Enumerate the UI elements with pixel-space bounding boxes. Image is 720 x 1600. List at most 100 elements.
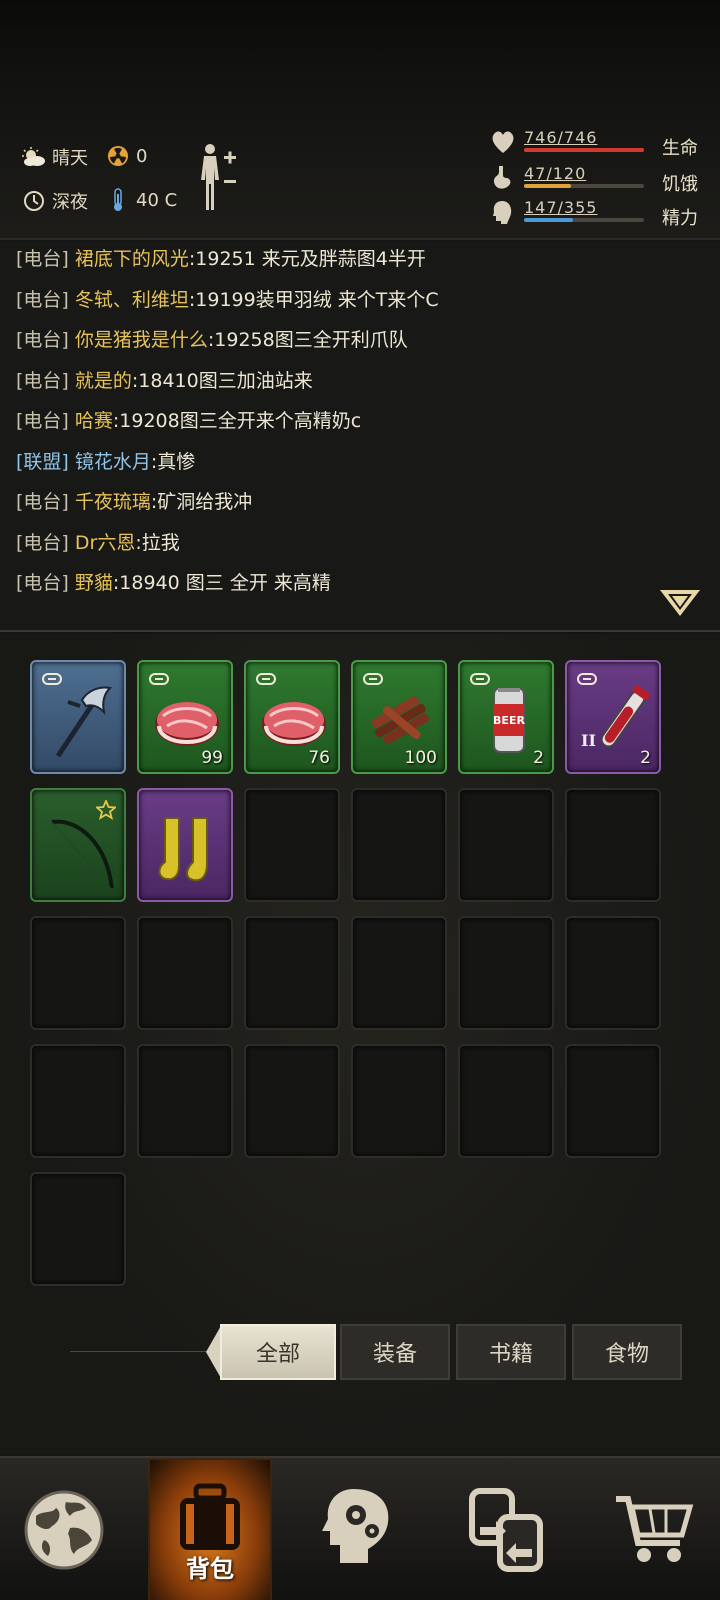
empty-slot[interactable] bbox=[565, 788, 661, 902]
cart-icon bbox=[616, 1496, 694, 1562]
chat-message[interactable]: [电台] 野貓:18940 图三 全开 来高精 bbox=[16, 568, 331, 595]
empty-slot[interactable] bbox=[30, 1044, 126, 1158]
chat-message[interactable]: [联盟] 镜花水月:真惨 bbox=[16, 447, 195, 474]
inventory-item[interactable]: BEER 2 bbox=[458, 660, 554, 774]
chat-message[interactable]: [电台] 就是的:18410图三加油站来 bbox=[16, 366, 313, 393]
item-tier: II bbox=[581, 731, 596, 750]
empty-slot[interactable] bbox=[458, 1044, 554, 1158]
chat-channel: [电台] bbox=[16, 288, 69, 311]
empty-slot[interactable] bbox=[565, 916, 661, 1030]
inventory-item[interactable] bbox=[30, 660, 126, 774]
chat-message[interactable]: [电台] 你是猪我是什么:19258图三全开利爪队 bbox=[16, 325, 408, 352]
chat-sender[interactable]: 裙底下的风光 bbox=[75, 248, 189, 270]
stomach-icon bbox=[494, 166, 511, 189]
inventory-item[interactable]: 99 bbox=[137, 660, 233, 774]
tab-books[interactable]: 书籍 bbox=[456, 1324, 566, 1380]
chat-message[interactable]: [电台] 哈赛:19208图三全开来个高精奶c bbox=[16, 406, 361, 433]
weather-text: 晴天 bbox=[52, 148, 88, 169]
empty-slot[interactable] bbox=[244, 1044, 340, 1158]
chat-message[interactable]: [电台] 千夜琉璃:矿洞给我冲 bbox=[16, 487, 252, 514]
link-icon bbox=[42, 673, 62, 685]
empty-slot[interactable] bbox=[244, 916, 340, 1030]
energy-stat: 147/355 精力 bbox=[490, 198, 700, 229]
item-quantity: 99 bbox=[201, 748, 223, 768]
inventory-item[interactable]: II 2 bbox=[565, 660, 661, 774]
link-icon bbox=[470, 673, 490, 685]
item-quantity: 2 bbox=[640, 748, 651, 768]
chat-channel: [联盟] bbox=[16, 450, 69, 473]
chat-text: :18410图三加油站来 bbox=[131, 369, 313, 392]
item-quantity: 76 bbox=[308, 748, 330, 768]
chat-text: :19258图三全开利爪队 bbox=[207, 329, 408, 351]
chat-sender[interactable]: 镜花水月 bbox=[75, 451, 151, 473]
time-of-day: 深夜 bbox=[22, 188, 88, 214]
weather: 晴天 bbox=[22, 144, 88, 170]
inventory-item[interactable]: 76 bbox=[244, 660, 340, 774]
empty-slot[interactable] bbox=[458, 916, 554, 1030]
empty-slot[interactable] bbox=[244, 788, 340, 902]
tab-food[interactable]: 食物 bbox=[572, 1324, 682, 1380]
chat-sender[interactable]: 野貓 bbox=[75, 572, 113, 594]
tab-equipment[interactable]: 装备 bbox=[340, 1324, 450, 1380]
inventory-item[interactable] bbox=[30, 788, 126, 902]
chat-panel[interactable]: [电台] 野貓:18940 图三 全开 来高精 [电台] Dr六恩:拉我 [电台] … bbox=[0, 242, 720, 632]
rubber-boots-icon bbox=[158, 817, 208, 882]
empty-slot[interactable] bbox=[30, 1172, 126, 1286]
link-icon bbox=[363, 673, 383, 685]
hunger-label: 饥饿 bbox=[662, 174, 698, 195]
chat-channel: [电台] bbox=[16, 369, 69, 392]
chat-sender[interactable]: 冬轼、利维坦 bbox=[75, 289, 189, 311]
body-figure-icon bbox=[201, 144, 236, 210]
nav-map[interactable] bbox=[2, 1458, 126, 1600]
thermometer-icon bbox=[106, 188, 130, 212]
nav-trade[interactable] bbox=[444, 1458, 568, 1600]
brain-head-icon bbox=[493, 201, 512, 224]
nav-backpack-label: 背包 bbox=[186, 1555, 234, 1583]
chat-channel: [电台] bbox=[16, 572, 69, 594]
nav-skills[interactable] bbox=[296, 1458, 420, 1600]
empty-slot[interactable] bbox=[351, 916, 447, 1030]
star-icon bbox=[96, 800, 116, 820]
empty-slot[interactable] bbox=[30, 916, 126, 1030]
chat-sender[interactable]: 就是的 bbox=[75, 370, 132, 392]
chat-sender[interactable]: 哈赛 bbox=[75, 410, 113, 432]
chat-message[interactable]: [电台] Dr六恩:拉我 bbox=[16, 528, 180, 555]
radiation-value: 0 bbox=[136, 145, 148, 167]
inventory-item[interactable]: 100 bbox=[351, 660, 447, 774]
empty-slot[interactable] bbox=[351, 788, 447, 902]
radiation-icon bbox=[106, 144, 130, 168]
status-bar: 晴天 0 深夜 40 C 746/746 生命 47/120 饥饿 147/35… bbox=[0, 0, 720, 240]
chat-channel: [电台] bbox=[16, 329, 69, 351]
filter-rail bbox=[70, 1351, 210, 1352]
chat-text: :19208图三全开来个高精奶c bbox=[112, 410, 362, 432]
clock-icon bbox=[22, 189, 46, 213]
chat-channel: [电台] bbox=[16, 410, 69, 432]
body-status-button[interactable] bbox=[196, 142, 244, 212]
tab-all[interactable]: 全部 bbox=[220, 1324, 336, 1380]
pickaxe-icon bbox=[55, 686, 113, 758]
chat-text: :19199装甲羽绒 来个T来个C bbox=[188, 288, 439, 311]
radiation: 0 bbox=[106, 144, 147, 168]
chat-text: :矿洞给我冲 bbox=[150, 491, 253, 513]
chat-sender[interactable]: Dr六恩 bbox=[75, 532, 135, 554]
inventory-item[interactable] bbox=[137, 788, 233, 902]
nav-shop[interactable] bbox=[592, 1458, 716, 1600]
chevron-down-icon[interactable] bbox=[658, 588, 702, 618]
empty-slot[interactable] bbox=[137, 1044, 233, 1158]
empty-slot[interactable] bbox=[351, 1044, 447, 1158]
chat-sender[interactable]: 你是猪我是什么 bbox=[75, 329, 208, 351]
health-bar bbox=[524, 148, 644, 152]
sun-cloud-icon bbox=[22, 145, 46, 169]
empty-slot[interactable] bbox=[137, 916, 233, 1030]
hunger-value: 47/120 bbox=[524, 164, 587, 183]
nav-backpack[interactable]: 背包 bbox=[148, 1458, 272, 1600]
energy-value: 147/355 bbox=[524, 198, 598, 217]
time-text: 深夜 bbox=[52, 192, 88, 213]
chat-message[interactable]: [电台] 冬轼、利维坦:19199装甲羽绒 来个T来个C bbox=[16, 285, 439, 312]
chat-message[interactable]: [电台] 裙底下的风光:19251 来元及胖蒜图4半开 bbox=[16, 244, 426, 271]
link-icon bbox=[577, 673, 597, 685]
chat-sender[interactable]: 千夜琉璃 bbox=[75, 491, 151, 513]
empty-slot[interactable] bbox=[565, 1044, 661, 1158]
empty-slot[interactable] bbox=[458, 788, 554, 902]
filter-tabs: 全部 装备 书籍 食物 bbox=[0, 1322, 720, 1382]
